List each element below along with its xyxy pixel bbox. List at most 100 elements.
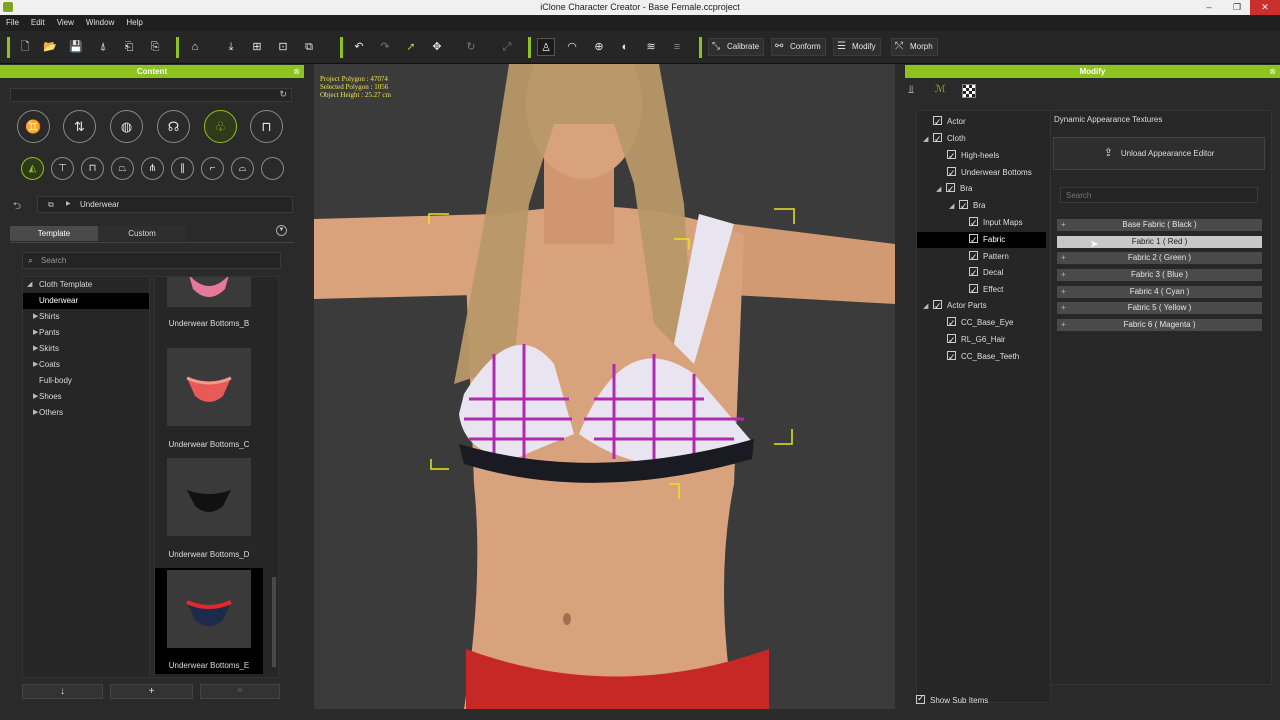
tree-item-high-heels[interactable]: High-heels [947,148,999,164]
merge-button[interactable]: ⚭ [200,684,280,699]
expand-arrow-icon[interactable]: ◢ [923,299,931,315]
tree-item-decal[interactable]: Decal [969,265,1003,281]
fit-view-icon[interactable]: ⊞ [248,38,266,56]
tree-item-pattern[interactable]: Pattern [969,249,1009,265]
checkbox[interactable] [947,349,956,365]
filter-shirts-icon[interactable]: ⊤ [51,157,74,180]
tree-item-fabric[interactable]: Fabric [917,232,1046,248]
filter-underwear-icon[interactable]: ◭ [21,157,44,180]
category-body-icon[interactable]: ♊ [17,110,50,143]
tree-item-effect[interactable]: Effect [969,282,1003,298]
expand-arrow-icon[interactable]: ◢ [27,277,32,293]
tree-item-rl-g6-hair[interactable]: RL_G6_Hair [947,332,1005,348]
checkbox[interactable] [946,181,955,197]
modify-button[interactable]: ☰ Modify [833,38,881,56]
checkbox[interactable] [959,198,968,214]
expand-arrow-icon[interactable]: ◢ [936,182,944,198]
filter-coats-icon[interactable]: ⋔ [141,157,164,180]
checkbox[interactable] [969,265,978,281]
tree-item-input-maps[interactable]: Input Maps [969,215,1023,231]
expand-arrow-icon[interactable]: ◢ [923,132,931,148]
layer-icon[interactable]: ≡ [668,38,686,56]
open-folder-icon[interactable]: 📂 [41,38,59,56]
tree-item-actor[interactable]: Actor [923,114,966,130]
save-icon[interactable]: 💾 [67,38,85,56]
tree-item-fullbody[interactable]: Full-body [23,373,149,389]
tab-template[interactable]: Template [10,226,98,241]
tree-item-bra[interactable]: ◢ Bra [936,181,972,197]
scrollbar-thumb[interactable] [272,577,276,667]
category-cloth-icon[interactable]: ♧ [204,110,237,143]
expand-plus-icon[interactable]: + [1061,319,1066,331]
tree-item-cloth[interactable]: ◢ Cloth [923,131,966,147]
checkbox[interactable] [933,298,942,314]
fabric-1[interactable]: + Fabric 1 ( Red ) [1057,236,1262,248]
tree-item-bra-sub[interactable]: ◢ Bra [949,198,985,214]
globe-icon[interactable]: ⊕ [590,38,608,56]
expand-plus-icon[interactable]: + [1061,219,1066,231]
minimize-button[interactable]: – [1198,0,1220,15]
filter-shoes-icon[interactable]: ⌐ [201,157,224,180]
tree-item-actor-parts[interactable]: ◢ Actor Parts [923,298,987,314]
category-accessory-icon[interactable]: ⊓ [250,110,283,143]
expand-plus-icon[interactable]: + [1061,236,1066,248]
menu-window[interactable]: Window [80,15,120,30]
back-icon[interactable]: ⮌ [13,199,21,216]
thumbnail-item-e[interactable]: Underwear Bottoms_E [155,568,263,674]
undo-icon[interactable]: ↶ [350,38,368,56]
tree-item-cc-base-eye[interactable]: CC_Base_Eye [947,315,1013,331]
tree-item-underwear-bottoms[interactable]: Underwear Bottoms [947,165,1032,181]
checkbox[interactable] [916,693,925,704]
expand-plus-icon[interactable]: + [1061,302,1066,314]
new-file-icon[interactable]: 🗋 [16,38,34,56]
tree-item-cc-base-teeth[interactable]: CC_Base_Teeth [947,349,1019,365]
unload-appearance-editor-button[interactable]: ⇪ Unload Appearance Editor [1053,137,1265,170]
wireframe-icon[interactable]: ≋ [642,38,660,56]
tree-item-others[interactable]: ▶ Others [23,405,149,421]
menu-view[interactable]: View [51,15,80,30]
calibrate-button[interactable]: ⤡ Calibrate [708,38,765,56]
expand-arrow-icon[interactable]: ▶ [33,357,38,373]
tab-custom[interactable]: Custom [98,226,186,241]
expand-arrow-icon[interactable]: ▶ [33,325,38,341]
frame-icon[interactable]: ⊡ [274,38,292,56]
category-skin-icon[interactable]: ◍ [110,110,143,143]
maximize-button[interactable]: ❐ [1226,0,1248,15]
expand-arrow-icon[interactable]: ▶ [33,405,38,421]
fabric-2[interactable]: + Fabric 2 ( Green ) [1057,252,1262,264]
tree-item-shirts[interactable]: ▶ Shirts [23,309,149,325]
tree-item-skirts[interactable]: ▶ Skirts [23,341,149,357]
checkbox[interactable] [947,315,956,331]
adjust-icon[interactable]: ⫫ [908,84,928,100]
rotate-icon[interactable]: ↻ [462,38,480,56]
menu-file[interactable]: File [0,15,25,30]
menu-help[interactable]: Help [120,15,148,30]
checkbox[interactable] [969,282,978,298]
redo-icon[interactable]: ↷ [376,38,394,56]
select-arrow-icon[interactable]: ➚ [402,38,420,56]
checkbox[interactable] [969,249,978,265]
tree-item-underwear[interactable]: Underwear [23,293,149,309]
show-sub-items-checkbox[interactable]: Show Sub Items [916,693,988,705]
refresh-icon[interactable]: ↻ [279,89,287,100]
checker-texture-icon[interactable] [962,84,976,98]
expand-arrow-icon[interactable]: ▶ [33,309,38,325]
thumbnail-item-b[interactable]: Underwear Bottoms_B [155,277,263,328]
expand-arrow-icon[interactable]: ▶ [33,341,38,357]
thumbnail-item-d[interactable]: Underwear Bottoms_D [155,458,263,559]
tree-item-coats[interactable]: ▶ Coats [23,357,149,373]
filter-pants-icon[interactable]: ⊓ [81,157,104,180]
checkbox[interactable] [933,131,942,147]
filter-empty-icon[interactable] [261,157,284,180]
export-file-icon[interactable]: ⎘ [146,38,164,56]
checkbox[interactable] [947,148,956,164]
category-morph-icon[interactable]: ⇅ [63,110,96,143]
filter-others-icon[interactable]: ⌓ [231,157,254,180]
texture-search-input[interactable]: Search [1060,187,1258,203]
expand-arrow-icon[interactable]: ▶ [33,389,38,405]
download-icon[interactable]: ⤓ [222,38,240,56]
export-icon[interactable]: ⍋ [94,38,112,56]
close-button[interactable]: ✕ [1250,0,1280,15]
import-icon[interactable]: ⎗ [120,38,138,56]
thumbnail-item-c[interactable]: Underwear Bottoms_C [155,348,263,449]
